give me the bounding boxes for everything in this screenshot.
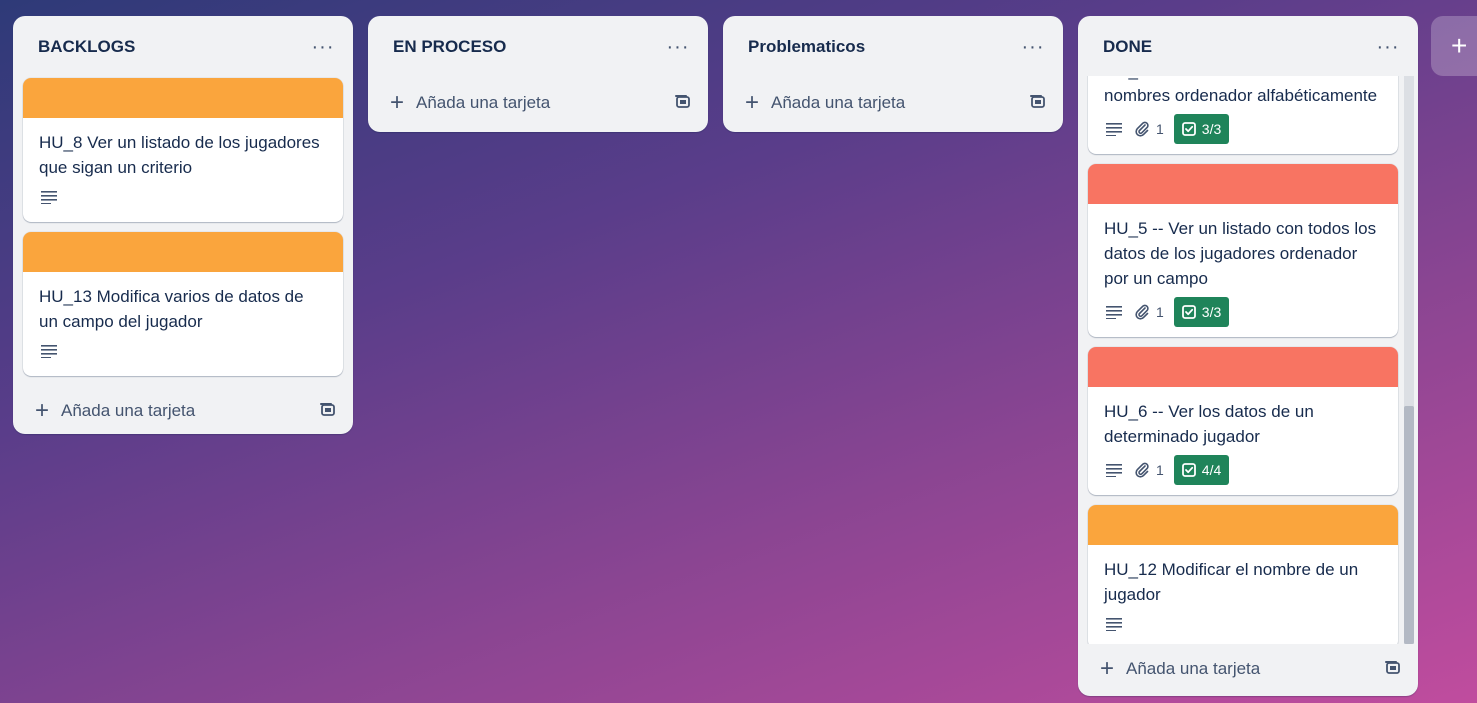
ellipsis-icon[interactable]: ··· — [1017, 31, 1049, 63]
checklist-count: 3/3 — [1201, 304, 1222, 320]
add-list-button[interactable]: + — [1431, 16, 1477, 76]
card-list: HU_8 Ver un listado de los jugadores que… — [13, 78, 353, 376]
card-cover — [1088, 505, 1398, 545]
list-done: DONE ··· HU_ nombres ordenador alfabétic… — [1078, 16, 1418, 696]
attachment-badge: 1 — [1134, 462, 1164, 478]
card-title: HU_6 -- Ver los datos de un determinado … — [1104, 402, 1314, 446]
attachment-count: 1 — [1156, 304, 1164, 320]
card-title: HU_13 Modifica varios de datos de un cam… — [39, 287, 304, 331]
list-header: BACKLOGS ··· — [13, 16, 353, 78]
checklist-count: 4/4 — [1201, 462, 1222, 478]
list-title[interactable]: Problematicos — [748, 37, 865, 57]
plus-icon: + — [745, 89, 760, 116]
card-body: HU_5 -- Ver un listado con todos los dat… — [1088, 204, 1398, 337]
card-badges: 1 4/4 — [1104, 455, 1382, 485]
card[interactable]: HU_ nombres ordenador alfabéticamente 1 … — [1088, 76, 1398, 154]
card-title: HU_ — [1104, 76, 1382, 83]
add-card-label: Añada una tarjeta — [416, 93, 551, 112]
checklist-count: 3/3 — [1201, 121, 1222, 137]
list-title[interactable]: DONE — [1103, 37, 1152, 57]
card-title: nombres ordenador alfabéticamente — [1104, 86, 1378, 105]
card-badges: 1 3/3 — [1104, 297, 1382, 327]
description-icon — [1104, 302, 1124, 322]
card-body: HU_13 Modifica varios de datos de un cam… — [23, 272, 343, 376]
plus-icon: + — [1451, 30, 1468, 61]
checklist-badge: 3/3 — [1173, 297, 1230, 327]
card[interactable]: HU_5 -- Ver un listado con todos los dat… — [1088, 164, 1398, 337]
card[interactable]: HU_13 Modifica varios de datos de un cam… — [23, 232, 343, 376]
card-cover — [23, 78, 343, 118]
list-problematicos: Problematicos ··· + Añada una tarjeta — [723, 16, 1063, 132]
description-icon — [1104, 119, 1124, 139]
description-icon — [39, 187, 59, 207]
paperclip-icon — [1135, 304, 1149, 320]
checkbox-icon — [1181, 305, 1196, 319]
attachment-count: 1 — [1156, 121, 1164, 137]
description-icon — [1104, 460, 1124, 480]
description-icon — [1104, 614, 1124, 634]
add-card-label: Añada una tarjeta — [1126, 659, 1261, 678]
card-cover — [1088, 347, 1398, 387]
add-card-button[interactable]: + Añada una tarjeta — [35, 399, 195, 423]
list-header: DONE ··· — [1078, 16, 1418, 78]
ellipsis-icon[interactable]: ··· — [1372, 31, 1404, 63]
card-scroll-area[interactable]: HU_ nombres ordenador alfabéticamente 1 … — [1078, 76, 1418, 644]
checklist-badge: 3/3 — [1173, 114, 1230, 144]
card-title: HU_8 Ver un listado de los jugadores que… — [39, 133, 320, 177]
paperclip-icon — [1135, 121, 1149, 137]
checkbox-icon — [1181, 122, 1196, 136]
card-template-icon[interactable] — [319, 401, 339, 421]
list-title[interactable]: EN PROCESO — [393, 37, 506, 57]
card-title: HU_5 -- Ver un listado con todos los dat… — [1104, 219, 1377, 288]
card-list: HU_ nombres ordenador alfabéticamente 1 … — [1088, 76, 1398, 644]
add-card-row: + Añada una tarjeta — [1078, 644, 1418, 694]
plus-icon: + — [390, 89, 405, 116]
plus-icon: + — [1100, 655, 1115, 682]
ellipsis-icon[interactable]: ··· — [307, 31, 339, 63]
attachment-count: 1 — [1156, 462, 1164, 478]
card-template-icon[interactable] — [1384, 659, 1404, 679]
add-card-button[interactable]: + Añada una tarjeta — [1100, 657, 1260, 681]
card-badges — [1104, 609, 1382, 639]
add-card-label: Añada una tarjeta — [771, 93, 906, 112]
paperclip-icon — [1135, 462, 1149, 478]
card-badges — [39, 182, 327, 212]
card[interactable]: HU_12 Modificar el nombre de un jugador — [1088, 505, 1398, 644]
attachment-badge: 1 — [1134, 304, 1164, 320]
card-title: HU_12 Modificar el nombre de un jugador — [1104, 560, 1359, 604]
scrollbar-thumb[interactable] — [1404, 406, 1414, 644]
add-card-button[interactable]: + Añada una tarjeta — [745, 91, 905, 115]
card-body: HU_8 Ver un listado de los jugadores que… — [23, 118, 343, 222]
card-cover — [23, 232, 343, 272]
add-card-button[interactable]: + Añada una tarjeta — [390, 91, 550, 115]
ellipsis-icon[interactable]: ··· — [662, 31, 694, 63]
card-badges — [39, 336, 327, 366]
card-body: HU_6 -- Ver los datos de un determinado … — [1088, 387, 1398, 495]
attachment-badge: 1 — [1134, 121, 1164, 137]
description-icon — [39, 341, 59, 361]
list-header: EN PROCESO ··· — [368, 16, 708, 78]
list-title[interactable]: BACKLOGS — [38, 37, 135, 57]
add-card-row: + Añada una tarjeta — [368, 78, 708, 128]
card-template-icon[interactable] — [1029, 93, 1049, 113]
card[interactable]: HU_8 Ver un listado de los jugadores que… — [23, 78, 343, 222]
card[interactable]: HU_6 -- Ver los datos de un determinado … — [1088, 347, 1398, 495]
card-cover — [1088, 164, 1398, 204]
card-body: HU_ nombres ordenador alfabéticamente 1 … — [1088, 76, 1398, 154]
card-badges: 1 3/3 — [1104, 114, 1382, 144]
add-card-label: Añada una tarjeta — [61, 401, 196, 420]
plus-icon: + — [35, 397, 50, 424]
list-en-proceso: EN PROCESO ··· + Añada una tarjeta — [368, 16, 708, 132]
card-template-icon[interactable] — [674, 93, 694, 113]
list-header: Problematicos ··· — [723, 16, 1063, 78]
list-backlogs: BACKLOGS ··· HU_8 Ver un listado de los … — [13, 16, 353, 434]
add-card-row: + Añada una tarjeta — [723, 78, 1063, 128]
card-body: HU_12 Modificar el nombre de un jugador — [1088, 545, 1398, 644]
checkbox-icon — [1181, 463, 1196, 477]
checklist-badge: 4/4 — [1173, 455, 1230, 485]
add-card-row: + Añada una tarjeta — [13, 386, 353, 436]
